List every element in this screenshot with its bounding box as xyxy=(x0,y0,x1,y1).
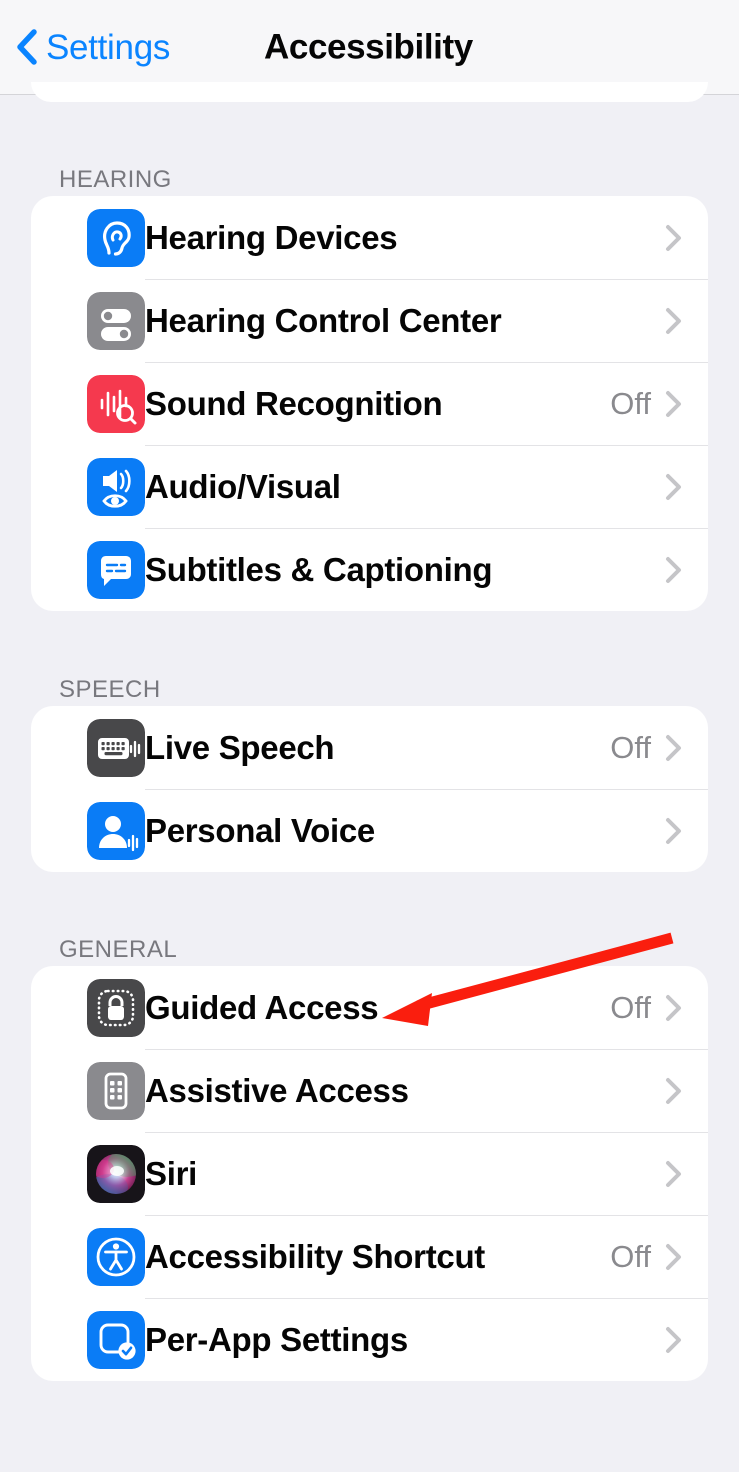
lock-dotted-icon xyxy=(59,978,145,1037)
chevron-right-icon xyxy=(665,556,708,584)
row-value: Off xyxy=(610,386,651,421)
accessibility-icon xyxy=(59,1227,145,1286)
page-title: Accessibility xyxy=(264,27,473,67)
toggles-icon xyxy=(59,291,145,350)
chevron-right-icon xyxy=(665,390,708,418)
device-grid-icon xyxy=(59,1061,145,1120)
section-card-speech: Live Speech Off Personal Voice xyxy=(31,706,708,872)
siri-orb-icon xyxy=(59,1144,145,1203)
app-check-icon xyxy=(59,1310,145,1369)
chevron-right-icon xyxy=(665,1326,708,1354)
speaker-eye-icon xyxy=(59,457,145,516)
navigation-bar: Settings Accessibility xyxy=(0,0,739,95)
row-live-speech[interactable]: Live Speech Off xyxy=(31,706,708,789)
row-label: Personal Voice xyxy=(145,812,375,849)
row-value: Off xyxy=(610,730,651,765)
row-assistive-access[interactable]: Assistive Access xyxy=(31,1049,708,1132)
person-waveform-icon xyxy=(59,801,145,860)
chevron-right-icon xyxy=(665,307,708,335)
row-hearing-control-center[interactable]: Hearing Control Center xyxy=(31,279,708,362)
chevron-right-icon xyxy=(665,473,708,501)
section-header-speech: SPEECH xyxy=(59,676,161,703)
back-button-label: Settings xyxy=(46,27,171,67)
chevron-right-icon xyxy=(665,224,708,252)
row-label: Hearing Control Center xyxy=(145,302,502,339)
row-accessibility-shortcut[interactable]: Accessibility Shortcut Off xyxy=(31,1215,708,1298)
keyboard-waveform-icon xyxy=(59,718,145,777)
section-header-hearing: HEARING xyxy=(59,166,172,193)
section-card-general: Guided Access Off Assistive Access Siri … xyxy=(31,966,708,1381)
row-personal-voice[interactable]: Personal Voice xyxy=(31,789,708,872)
chevron-right-icon xyxy=(665,817,708,845)
back-button[interactable]: Settings xyxy=(14,27,170,67)
row-value: Off xyxy=(610,1239,651,1274)
chevron-right-icon xyxy=(665,734,708,762)
chevron-left-icon xyxy=(14,27,40,67)
row-label: Accessibility Shortcut xyxy=(145,1238,485,1275)
row-label: Guided Access xyxy=(145,989,379,1026)
row-label: Siri xyxy=(145,1155,197,1192)
row-label: Hearing Devices xyxy=(145,219,398,256)
row-audio-visual[interactable]: Audio/Visual xyxy=(31,445,708,528)
row-label: Audio/Visual xyxy=(145,468,341,505)
chevron-right-icon xyxy=(665,1160,708,1188)
waveform-magnifier-icon xyxy=(59,374,145,433)
captions-bubble-icon xyxy=(59,540,145,599)
row-label: Subtitles & Captioning xyxy=(145,551,493,588)
row-label: Sound Recognition xyxy=(145,385,443,422)
row-label: Live Speech xyxy=(145,729,335,766)
row-label: Per-App Settings xyxy=(145,1321,408,1358)
row-per-app-settings[interactable]: Per-App Settings xyxy=(31,1298,708,1381)
row-hearing-devices[interactable]: Hearing Devices xyxy=(31,196,708,279)
chevron-right-icon xyxy=(665,1077,708,1105)
previous-section-card-partial xyxy=(31,82,708,102)
settings-list[interactable]: HEARING Hearing Devices Hearing Control … xyxy=(0,82,739,1472)
row-guided-access[interactable]: Guided Access Off xyxy=(31,966,708,1049)
row-value: Off xyxy=(610,990,651,1025)
row-subtitles-captioning[interactable]: Subtitles & Captioning xyxy=(31,528,708,611)
section-header-general: GENERAL xyxy=(59,936,178,963)
chevron-right-icon xyxy=(665,1243,708,1271)
section-card-hearing: Hearing Devices Hearing Control Center S… xyxy=(31,196,708,611)
row-siri[interactable]: Siri xyxy=(31,1132,708,1215)
chevron-right-icon xyxy=(665,994,708,1022)
ear-icon xyxy=(59,208,145,267)
row-sound-recognition[interactable]: Sound Recognition Off xyxy=(31,362,708,445)
row-label: Assistive Access xyxy=(145,1072,409,1109)
